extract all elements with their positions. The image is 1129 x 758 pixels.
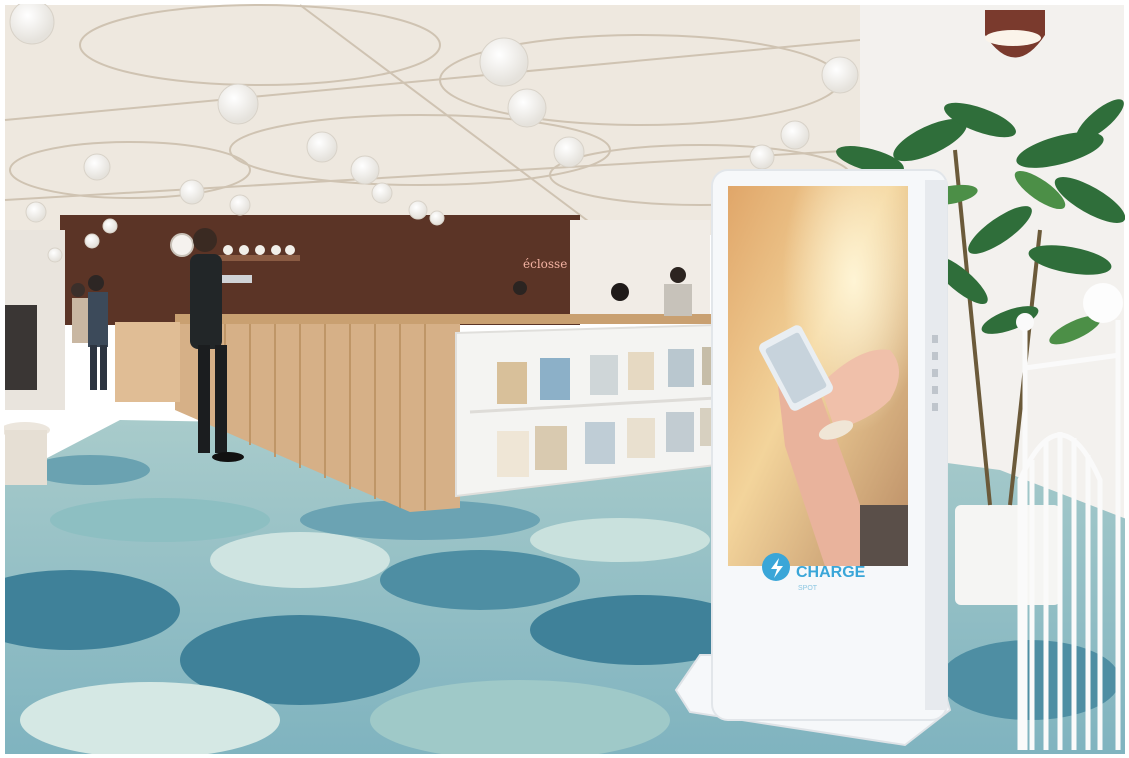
wall-lamp-light [985, 30, 1041, 46]
back-wall [60, 215, 580, 325]
wall-clock [170, 233, 194, 257]
shop-sign: éclosse [523, 257, 567, 271]
rack-lamp [1083, 283, 1123, 323]
back-shelf [210, 255, 300, 261]
stool-body [5, 430, 47, 485]
kiosk-brand-name: CHARGE [796, 564, 866, 581]
kiosk-brand-subtitle: SPOT [798, 585, 818, 592]
counter-top [175, 314, 715, 324]
rack-knob [1016, 313, 1034, 331]
counter-side [115, 322, 180, 402]
photo-scene: éclosse CHARGE SPOT [0, 0, 1129, 758]
kiosk-screen [728, 186, 908, 566]
left-cabinet [5, 305, 37, 390]
kiosk-side [925, 180, 947, 710]
